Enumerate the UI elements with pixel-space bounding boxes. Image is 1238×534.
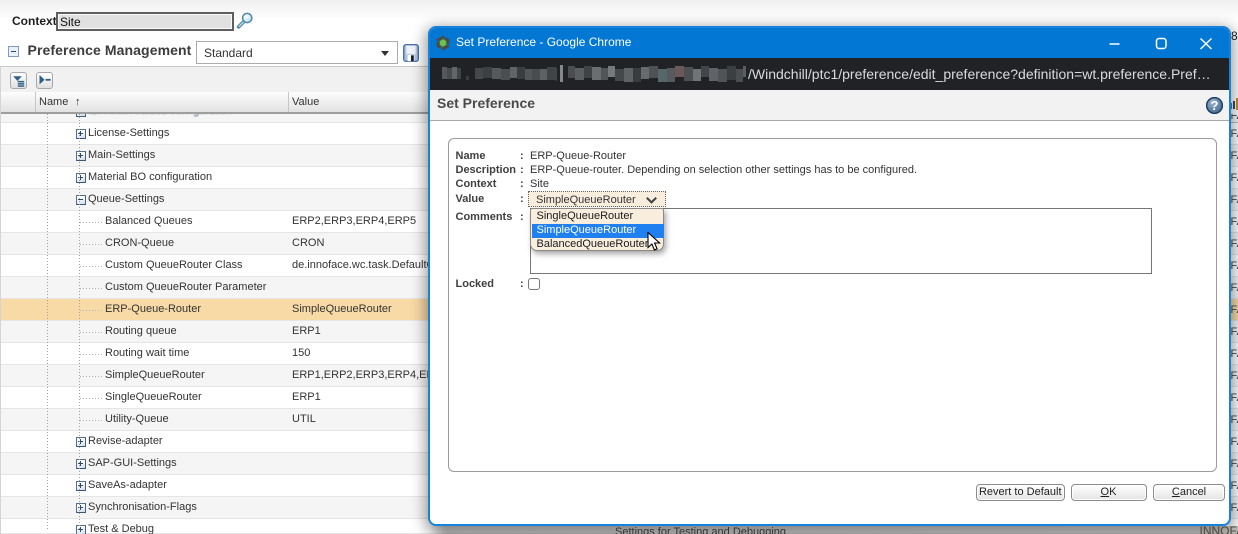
svg-text:?: ?: [1211, 98, 1219, 113]
